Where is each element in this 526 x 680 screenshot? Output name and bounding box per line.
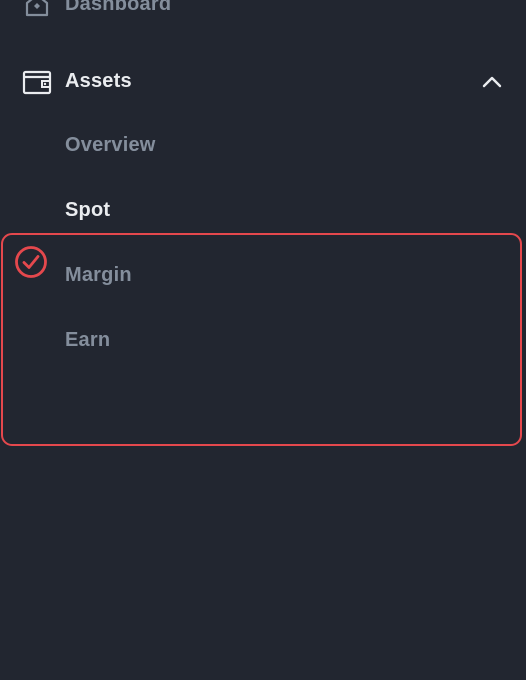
sidebar-nav: Dashboard Assets Overview Spot Margin Ea…	[0, 0, 526, 680]
sidebar-item-label: Dashboard	[65, 0, 172, 15]
sidebar-item-label: Assets	[65, 70, 132, 92]
chevron-up-icon[interactable]	[480, 70, 504, 94]
wallet-icon	[22, 67, 52, 97]
sidebar-subitem-spot[interactable]: Spot	[65, 199, 110, 222]
sidebar-subitem-margin[interactable]: Margin	[65, 264, 132, 287]
sidebar-subitem-overview[interactable]: Overview	[65, 134, 156, 157]
sidebar-item-dashboard[interactable]: Dashboard	[0, 0, 526, 24]
home-icon	[22, 0, 52, 20]
sidebar-subitem-earn[interactable]: Earn	[65, 329, 110, 352]
check-circle-icon	[14, 245, 48, 279]
sidebar-item-assets[interactable]: Assets	[0, 62, 526, 102]
